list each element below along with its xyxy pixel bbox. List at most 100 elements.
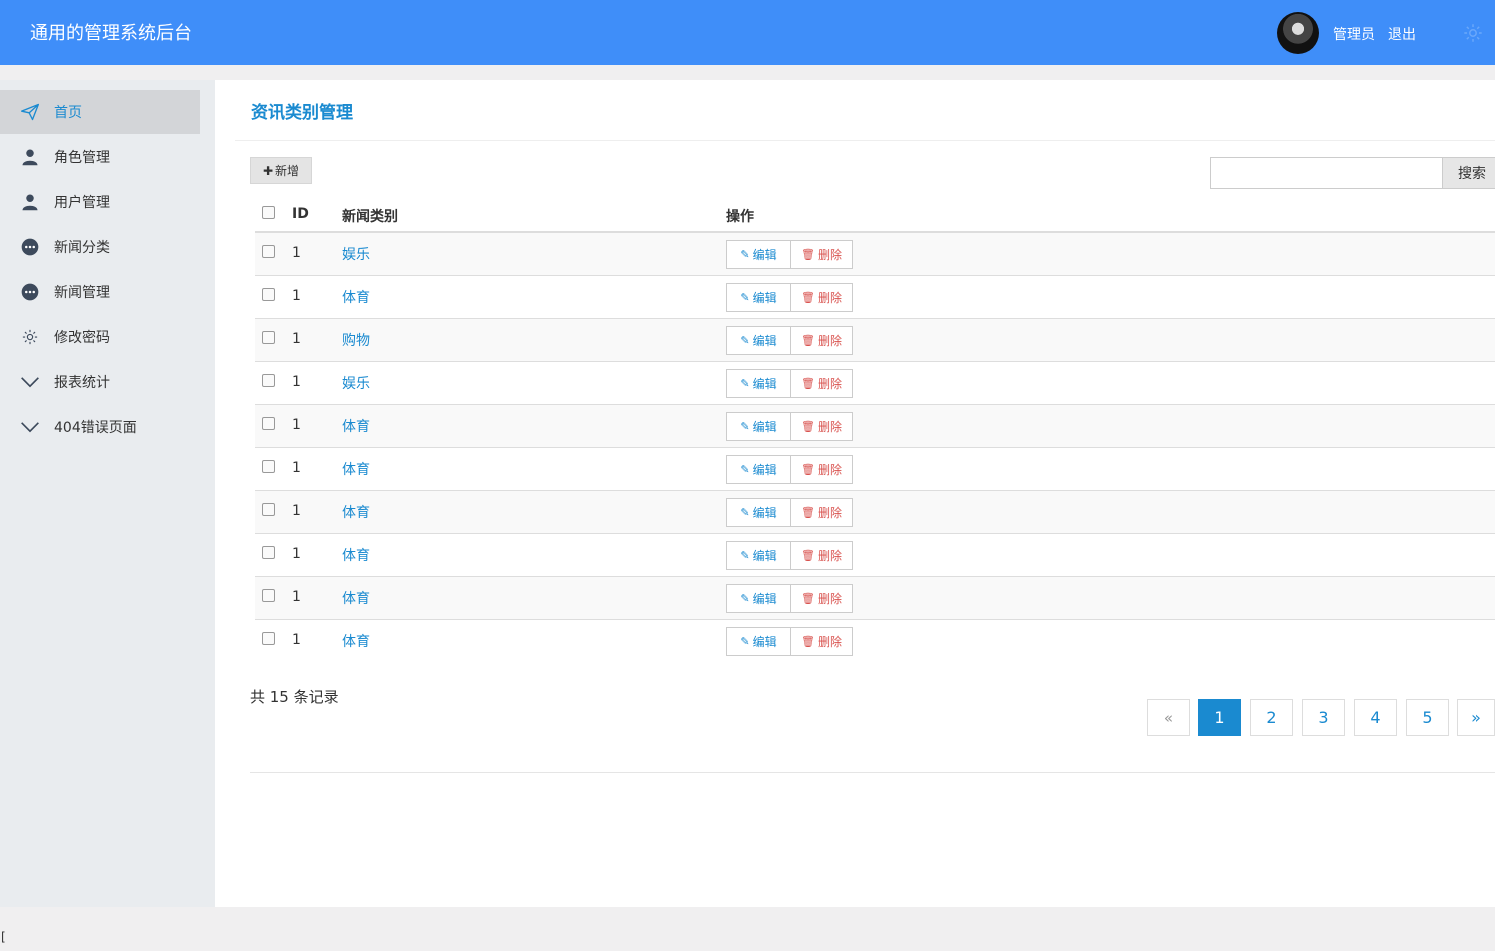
settings-gear-icon[interactable]	[1462, 22, 1484, 44]
edit-button[interactable]: ✎ 编辑	[726, 412, 791, 441]
delete-label: 删除	[817, 420, 842, 434]
logout-link[interactable]: 退出	[1388, 24, 1416, 44]
edit-button[interactable]: ✎ 编辑	[726, 584, 791, 613]
row-checkbox[interactable]	[262, 546, 275, 559]
sidebar-item-news-category[interactable]: 新闻分类	[0, 225, 200, 269]
table-row: 1 体育 ✎ 编辑 🗑 删除	[255, 405, 1495, 448]
row-category-link[interactable]: 体育	[342, 588, 370, 608]
record-count: 共 15 条记录	[250, 688, 339, 706]
search-button[interactable]: 搜索	[1442, 157, 1495, 189]
delete-button[interactable]: 🗑 删除	[791, 369, 853, 398]
edit-button[interactable]: ✎ 编辑	[726, 283, 791, 312]
edit-button[interactable]: ✎ 编辑	[726, 326, 791, 355]
delete-button[interactable]: 🗑 删除	[791, 283, 853, 312]
row-checkbox[interactable]	[262, 374, 275, 387]
sidebar-item-users[interactable]: 用户管理	[0, 180, 200, 224]
delete-button[interactable]: 🗑 删除	[791, 412, 853, 441]
row-actions: ✎ 编辑 🗑 删除	[726, 584, 853, 613]
edit-label: 编辑	[752, 248, 777, 262]
pagination-page-2[interactable]: 2	[1250, 699, 1293, 736]
sidebar-item-reports[interactable]: 报表统计	[0, 360, 200, 404]
delete-label: 删除	[817, 592, 842, 606]
row-checkbox[interactable]	[262, 632, 275, 645]
pagination-prev[interactable]: «	[1147, 699, 1190, 736]
edit-button[interactable]: ✎ 编辑	[726, 240, 791, 269]
row-category-link[interactable]: 体育	[342, 502, 370, 522]
sidebar: 首页 角色管理 用户管理 新闻分类 新闻管理 修改密码 报表统计 404错误页面	[0, 80, 215, 907]
delete-button[interactable]: 🗑 删除	[791, 240, 853, 269]
trash-icon: 🗑	[801, 291, 815, 304]
row-category-link[interactable]: 购物	[342, 330, 370, 350]
page-title: 资讯类别管理	[251, 103, 353, 123]
pagination-page-3[interactable]: 3	[1302, 699, 1345, 736]
search-input[interactable]	[1210, 157, 1443, 189]
pagination-page-5[interactable]: 5	[1406, 699, 1449, 736]
add-button[interactable]: ✚ 新增	[250, 157, 312, 184]
row-checkbox[interactable]	[262, 288, 275, 301]
sidebar-item-label: 新闻管理	[54, 285, 110, 301]
row-id: 1	[292, 589, 301, 605]
row-id: 1	[292, 460, 301, 476]
select-all-checkbox[interactable]	[262, 206, 275, 219]
edit-label: 编辑	[752, 291, 777, 305]
avatar[interactable]	[1277, 12, 1319, 54]
row-actions: ✎ 编辑 🗑 删除	[726, 369, 853, 398]
sidebar-item-home[interactable]: 首页	[0, 90, 200, 134]
sidebar-item-label: 新闻分类	[54, 240, 110, 256]
table-row: 1 体育 ✎ 编辑 🗑 删除	[255, 276, 1495, 319]
table-row: 1 体育 ✎ 编辑 🗑 删除	[255, 448, 1495, 491]
row-category-link[interactable]: 体育	[342, 545, 370, 565]
delete-button[interactable]: 🗑 删除	[791, 455, 853, 484]
pagination-page-4[interactable]: 4	[1354, 699, 1397, 736]
table-row: 1 体育 ✎ 编辑 🗑 删除	[255, 577, 1495, 620]
row-checkbox[interactable]	[262, 503, 275, 516]
row-checkbox[interactable]	[262, 460, 275, 473]
row-category-link[interactable]: 体育	[342, 287, 370, 307]
edit-icon: ✎	[740, 463, 750, 476]
row-category-link[interactable]: 娱乐	[342, 244, 370, 264]
delete-button[interactable]: 🗑 删除	[791, 627, 853, 656]
row-category-link[interactable]: 体育	[342, 631, 370, 651]
row-checkbox[interactable]	[262, 589, 275, 602]
sidebar-item-roles[interactable]: 角色管理	[0, 135, 200, 179]
chevron-down-icon	[20, 372, 40, 392]
delete-button[interactable]: 🗑 删除	[791, 498, 853, 527]
sidebar-item-404[interactable]: 404错误页面	[0, 405, 200, 449]
delete-button[interactable]: 🗑 删除	[791, 541, 853, 570]
plus-icon: ✚	[262, 163, 274, 178]
row-id: 1	[292, 503, 301, 519]
edit-icon: ✎	[740, 635, 750, 648]
user-name[interactable]: 管理员	[1333, 24, 1375, 44]
pagination-page-1[interactable]: 1	[1198, 699, 1241, 736]
trash-icon: 🗑	[801, 506, 815, 519]
edit-button[interactable]: ✎ 编辑	[726, 455, 791, 484]
top-header: 通用的管理系统后台 管理员 退出	[0, 0, 1495, 65]
sidebar-item-label: 用户管理	[54, 195, 110, 211]
delete-button[interactable]: 🗑 删除	[791, 584, 853, 613]
edit-label: 编辑	[752, 420, 777, 434]
row-category-link[interactable]: 体育	[342, 459, 370, 479]
edit-button[interactable]: ✎ 编辑	[726, 541, 791, 570]
divider	[235, 140, 1495, 141]
row-checkbox[interactable]	[262, 417, 275, 430]
row-actions: ✎ 编辑 🗑 删除	[726, 283, 853, 312]
row-id: 1	[292, 288, 301, 304]
edit-icon: ✎	[740, 549, 750, 562]
sidebar-item-news-manage[interactable]: 新闻管理	[0, 270, 200, 314]
edit-button[interactable]: ✎ 编辑	[726, 627, 791, 656]
row-category-link[interactable]: 娱乐	[342, 373, 370, 393]
row-checkbox[interactable]	[262, 331, 275, 344]
pagination-next[interactable]: »	[1457, 699, 1495, 736]
sidebar-item-label: 角色管理	[54, 150, 110, 166]
row-category-link[interactable]: 体育	[342, 416, 370, 436]
delete-button[interactable]: 🗑 删除	[791, 326, 853, 355]
row-id: 1	[292, 331, 301, 347]
row-actions: ✎ 编辑 🗑 删除	[726, 455, 853, 484]
edit-label: 编辑	[752, 635, 777, 649]
sidebar-item-change-password[interactable]: 修改密码	[0, 315, 200, 359]
row-checkbox[interactable]	[262, 245, 275, 258]
edit-button[interactable]: ✎ 编辑	[726, 369, 791, 398]
delete-label: 删除	[817, 291, 842, 305]
table-header: ID 新闻类别 操作	[255, 196, 1495, 233]
edit-button[interactable]: ✎ 编辑	[726, 498, 791, 527]
